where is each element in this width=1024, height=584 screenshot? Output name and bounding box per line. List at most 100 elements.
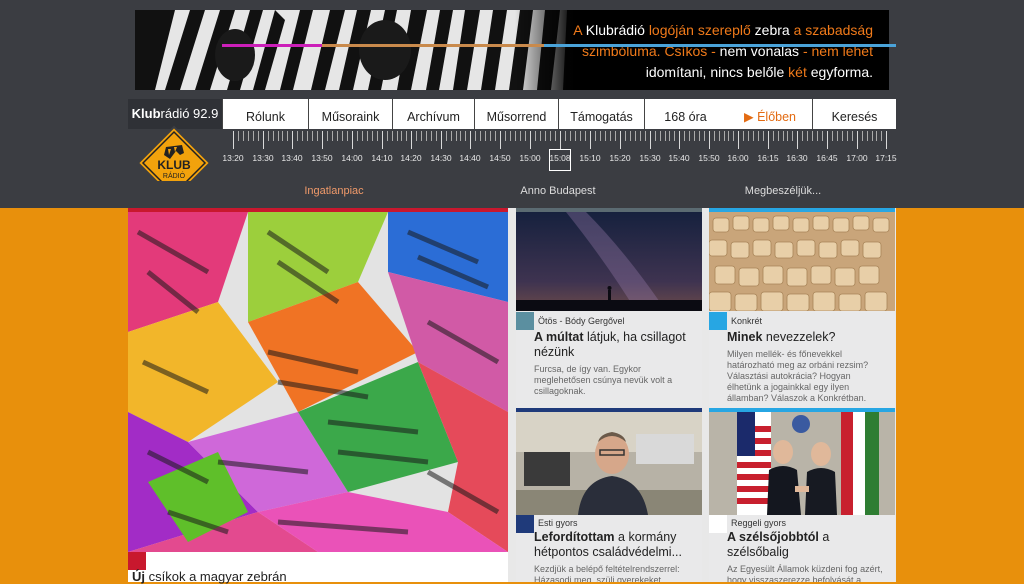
article-card-minek[interactable]: Konkrét Minek nevezzelek? Milyen mellék-… [709, 208, 895, 408]
timeline-minor-tick [312, 131, 313, 141]
timeline-minor-tick [580, 131, 581, 141]
timeline-major-tick [857, 131, 858, 149]
timeline-time-label: 15:00 [519, 153, 541, 163]
timeline-minor-tick [728, 131, 730, 141]
nav-live-button[interactable]: ▶ Élőben most [728, 99, 812, 160]
timeline-minor-tick [455, 131, 457, 141]
timeline-minor-tick [357, 131, 358, 141]
timeline-minor-tick [871, 131, 873, 141]
content-area: Új csíkok a magyar zebrán Ötös - Bódy Ge… [128, 208, 896, 584]
nav-168-ora[interactable]: 168 óra [644, 99, 726, 129]
card-tag[interactable]: Ötös - Bódy Gergővel [538, 316, 625, 326]
card-excerpt: Milyen mellék- és főnevekkel határozható… [727, 349, 869, 403]
timeline-time-label: 15:20 [609, 153, 631, 163]
timeline-major-tick [233, 131, 234, 149]
hero-tag-square [128, 552, 146, 570]
card-headline[interactable]: A szélsőjobbtól a szélsőbalig [727, 530, 889, 560]
timeline-minor-tick [426, 131, 427, 141]
nav-musoraink[interactable]: Műsoraink [308, 99, 392, 129]
play-icon: ▶ [743, 110, 754, 124]
card-headline[interactable]: A múltat látjuk, ha csillagot nézünk [534, 330, 696, 360]
timeline-major-tick [322, 131, 323, 149]
timeline-time-label: 15:40 [668, 153, 690, 163]
promo-banner[interactable]: A Klubrádió logóján szereplő zebra a sza… [135, 10, 889, 90]
timeline-minor-tick [600, 131, 601, 141]
card-headline[interactable]: Lefordítottam a kormány hétpontos család… [534, 530, 696, 560]
timeline-minor-tick [243, 131, 244, 141]
timeline-minor-tick [248, 131, 249, 141]
timeline-minor-tick [396, 131, 398, 141]
timeline-time-label: 13:50 [311, 153, 333, 163]
show-anno-budapest[interactable]: Anno Budapest [520, 185, 595, 197]
letter-cubes-image [709, 212, 895, 311]
timeline-minor-tick [585, 131, 586, 141]
timeline-minor-tick [723, 131, 725, 141]
timeline-minor-tick [401, 131, 403, 141]
timeline-minor-tick [287, 131, 289, 141]
timeline-minor-tick [640, 131, 641, 141]
timeline-minor-tick [605, 131, 606, 141]
hero-article[interactable]: Új csíkok a magyar zebrán [128, 208, 508, 584]
nav-tamogatas[interactable]: Támogatás [558, 99, 644, 129]
nav-rolunk[interactable]: Rólunk [222, 99, 308, 129]
timeline-minor-tick [669, 131, 671, 141]
timeline-minor-tick [525, 131, 526, 141]
timeline-time-label: 14:30 [430, 153, 452, 163]
timeline-major-tick [650, 131, 651, 149]
timeline-minor-tick [391, 131, 393, 141]
card-tag[interactable]: Esti gyors [538, 518, 578, 528]
timeline-major-tick [411, 131, 412, 149]
timeline-minor-tick [664, 131, 666, 141]
timeline-major-tick [352, 131, 353, 149]
banner-slogan: A Klubrádió logóján szereplő zebra a sza… [573, 22, 873, 80]
timeline-minor-tick [699, 131, 700, 141]
timeline-major-tick [590, 131, 591, 149]
timeline-minor-tick [372, 131, 373, 141]
timeline-minor-tick [630, 131, 631, 141]
card-excerpt: Kezdjük a belépő feltételrendszerrel: Há… [534, 564, 680, 582]
timeline-major-tick [827, 131, 828, 149]
card-tag-square [516, 515, 534, 533]
timeline-minor-tick [347, 131, 348, 141]
timeline-major-tick [886, 131, 887, 149]
nav-search[interactable]: Keresés [812, 99, 896, 129]
timeline-minor-tick [386, 131, 388, 141]
nav-archivum[interactable]: Archívum [392, 99, 474, 129]
timeline-minor-tick [421, 131, 422, 141]
show-megbeszeljuk[interactable]: Megbeszéljük... [745, 185, 821, 197]
timeline-minor-tick [327, 131, 328, 141]
timeline-minor-tick [302, 131, 303, 141]
article-card-lefordítottam[interactable]: Esti gyors Lefordítottam a kormány hétpo… [516, 408, 702, 582]
timeline-time-label: 16:15 [757, 153, 779, 163]
colorful-zebras-image [128, 212, 508, 552]
timeline-minor-tick [635, 131, 636, 141]
nav-musorrend[interactable]: Műsorrend [474, 99, 558, 129]
timeline-minor-tick [515, 131, 516, 141]
timeline-minor-tick [307, 131, 308, 141]
timeline-minor-tick [807, 131, 808, 141]
timeline-major-tick [679, 131, 680, 149]
timeline-minor-tick [753, 131, 754, 141]
timeline-minor-tick [758, 131, 759, 141]
timeline-minor-tick [272, 131, 274, 141]
card-tag[interactable]: Konkrét [731, 316, 762, 326]
timeline-minor-tick [763, 131, 764, 141]
timeline-minor-tick [431, 131, 432, 141]
timeline-minor-tick [822, 131, 823, 141]
card-excerpt: Az Egyesült Államok küzdeni fog azért, h… [727, 564, 883, 582]
timeline-time-label: 15:10 [579, 153, 601, 163]
timeline-minor-tick [297, 131, 298, 141]
timeline-minor-tick [743, 131, 744, 141]
show-ingatlanpiac[interactable]: Ingatlanpiac [304, 185, 363, 197]
timeline-time-label: 14:40 [459, 153, 481, 163]
timeline-time-label: 13:20 [222, 153, 244, 163]
timeline-minor-tick [866, 131, 868, 141]
timeline-minor-tick [847, 131, 848, 141]
timeline-minor-tick [277, 131, 279, 141]
article-card-csillag[interactable]: Ötös - Bódy Gergővel A múltat látjuk, ha… [516, 208, 702, 408]
card-tag[interactable]: Reggeli gyors [731, 518, 786, 528]
timeline-time-label: 14:50 [489, 153, 511, 163]
article-card-szelsojobbtol[interactable]: Reggeli gyors A szélsőjobbtól a szélsőba… [709, 408, 895, 582]
schedule-timeline[interactable]: KLUB RÁDIÓ 13:20 13:30 13:40 13:50 14:00 14:1… [128, 125, 897, 201]
card-headline[interactable]: Minek nevezzelek? [727, 330, 889, 345]
